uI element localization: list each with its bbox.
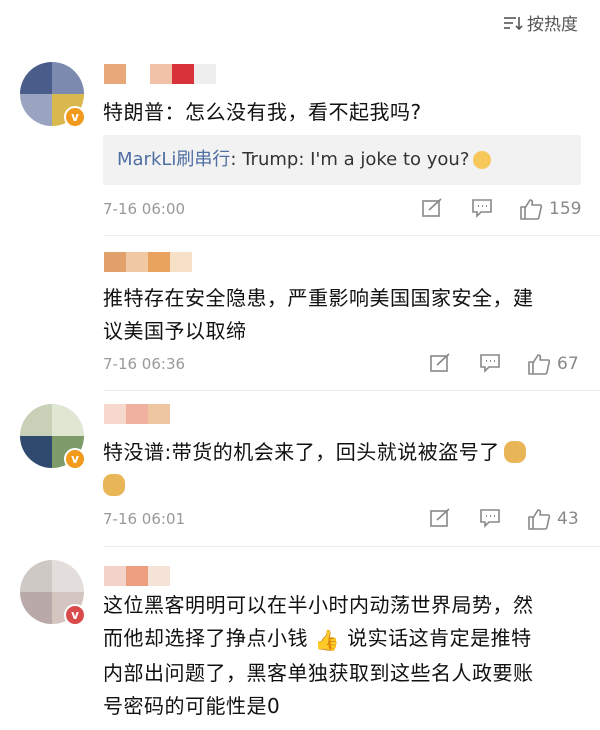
- like-count: 43: [557, 509, 579, 529]
- verified-badge-icon: v: [64, 448, 86, 470]
- doge-emoji-icon: [103, 474, 125, 496]
- comment-button[interactable]: [471, 198, 493, 218]
- like-button[interactable]: 43: [527, 508, 579, 530]
- comment-icon: [480, 354, 500, 373]
- comment-text: 这位黑客明明可以在半小时内动荡世界局势，然 而他却选择了挣点小钱 👍 说实话这肯…: [103, 593, 534, 718]
- doge-emoji-icon: [503, 441, 526, 463]
- comment-text: 推特存在安全隐患，严重影响美国国家安全，建 议美国予以取缔: [103, 286, 534, 343]
- comment-meta: 7-16 06:01 43: [103, 508, 580, 534]
- comment-item: v 特朗普：怎么没有我，看不起我吗? MarkLi刷串行: Trump: I'm…: [0, 0, 600, 236]
- share-button[interactable]: [421, 198, 443, 218]
- reply-text: : Trump: I'm a joke to you?: [230, 149, 470, 170]
- comment-text: 特没谱:带货的机会来了，回头就说被盗号了: [103, 436, 572, 502]
- comment-meta: 7-16 06:36 67: [103, 353, 580, 379]
- share-icon: [422, 198, 442, 217]
- timestamp: 7-16 06:01: [103, 510, 186, 528]
- comment-button[interactable]: [479, 353, 501, 373]
- share-icon: [430, 353, 450, 372]
- username-blurred[interactable]: [104, 566, 170, 586]
- verified-badge-icon: v: [64, 106, 86, 128]
- emoji-icon: [473, 151, 492, 169]
- like-button[interactable]: 159: [519, 198, 581, 220]
- comment-text: 特朗普：怎么没有我，看不起我吗?: [103, 100, 422, 124]
- username-blurred[interactable]: [104, 64, 216, 84]
- thumbs-up-icon: [528, 354, 551, 375]
- divider: [103, 390, 600, 391]
- timestamp: 7-16 06:00: [103, 200, 186, 218]
- timestamp: 7-16 06:36: [103, 355, 186, 373]
- username-blurred[interactable]: [104, 404, 170, 424]
- comment-icon: [480, 509, 500, 528]
- share-icon: [430, 508, 450, 527]
- username-blurred[interactable]: [104, 252, 192, 272]
- like-count: 67: [557, 354, 579, 374]
- reply-author[interactable]: MarkLi刷串行: [117, 149, 230, 170]
- thumbs-up-emoji-icon: 👍: [314, 628, 341, 652]
- thumbs-up-icon: [520, 199, 543, 220]
- like-count: 159: [549, 199, 582, 219]
- share-button[interactable]: [429, 508, 451, 528]
- share-button[interactable]: [429, 353, 451, 373]
- like-button[interactable]: 67: [527, 353, 579, 375]
- divider: [103, 546, 600, 547]
- divider: [103, 235, 600, 236]
- comment-icon: [472, 199, 492, 218]
- comment-button[interactable]: [479, 508, 501, 528]
- thumbs-up-icon: [528, 509, 551, 530]
- verified-badge-icon: v: [64, 604, 86, 626]
- reply-preview[interactable]: MarkLi刷串行: Trump: I'm a joke to you?: [103, 135, 581, 185]
- comment-meta: 7-16 06:00 159: [103, 198, 581, 224]
